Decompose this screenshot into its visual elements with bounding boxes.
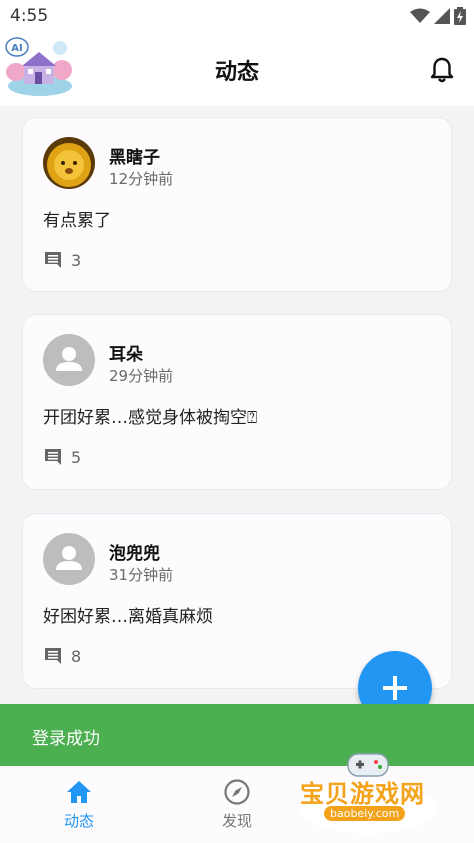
comment-icon [45,449,61,465]
svg-text:AI: AI [11,43,22,54]
watermark-logo: 宝贝游戏网 baobeiy.com [296,748,446,838]
snackbar-text: 登录成功 [32,729,100,749]
avatar[interactable] [43,533,95,585]
post-username[interactable]: 耳朵 [109,340,143,365]
comment-icon [45,648,61,664]
post-username[interactable]: 泡兜兜 [109,539,160,564]
post-card[interactable]: 耳朵 29分钟前 开团好累…感觉身体被掏空⍰ 5 [22,314,452,490]
battery-icon [454,7,466,25]
nav-item-feed[interactable]: 动态 [29,766,129,843]
post-time: 31分钟前 [109,566,174,584]
signal-icon [434,8,450,24]
comment-count: 3 [71,250,82,270]
home-icon [67,781,91,803]
comment-icon [45,252,61,268]
comment-count: 5 [71,447,82,467]
status-bar: 4:55 [0,0,474,32]
feed-list[interactable]: 黑瞎子 12分钟前 有点累了 3 耳朵 29分钟前 开团好累…感觉身体被掏空⍰ … [0,106,474,704]
comment-button[interactable]: 8 [43,646,81,666]
bell-icon[interactable] [428,56,456,84]
post-time: 12分钟前 [109,170,174,188]
status-time: 4:55 [10,6,49,26]
post-content: 好困好累…离婚真麻烦 [43,607,213,627]
page-title: 动态 [214,60,259,85]
lion-avatar-image [43,137,95,189]
nav-label: 动态 [63,812,94,830]
comment-button[interactable]: 3 [43,250,81,270]
watermark-text: 宝贝游戏网 [300,780,425,808]
app-header: AI 动态 [0,32,474,106]
person-icon [56,347,82,371]
nav-item-discover[interactable]: 发现 [187,766,287,843]
post-time: 29分钟前 [109,367,174,385]
nav-label: 发现 [221,812,252,830]
comment-button[interactable]: 5 [43,447,81,467]
status-icons [410,7,466,25]
post-content: 开团好累…感觉身体被掏空⍰ [43,408,258,428]
watermark-url: baobeiy.com [324,806,406,821]
wifi-icon [410,8,430,23]
avatar[interactable] [43,137,95,189]
post-card[interactable]: 黑瞎子 12分钟前 有点累了 3 [22,117,452,292]
person-icon [56,546,82,570]
comment-count: 8 [71,646,82,666]
post-username[interactable]: 黑瞎子 [109,143,160,168]
post-content: 有点累了 [43,211,111,231]
avatar[interactable] [43,334,95,386]
compass-icon [224,779,250,805]
